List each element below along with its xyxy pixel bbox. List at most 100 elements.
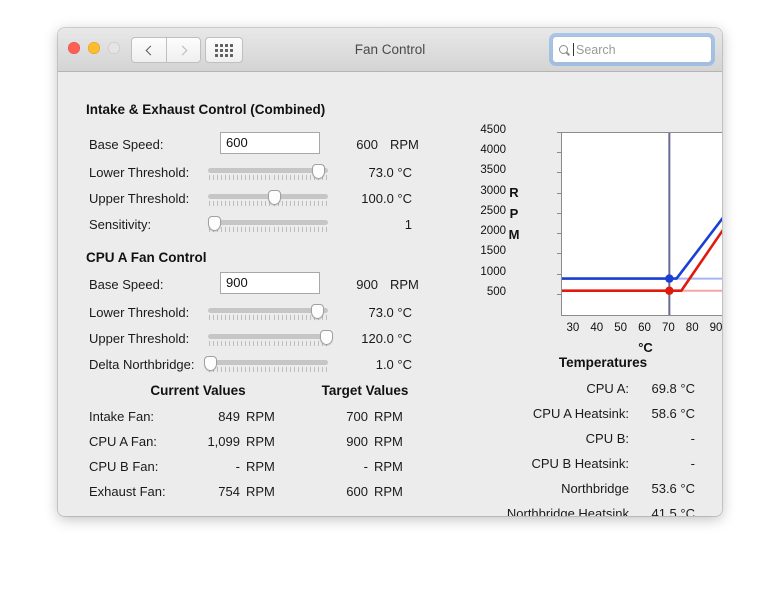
chart-xtick-label: 90 xyxy=(709,322,722,334)
label-intake-fan: Intake Fan: xyxy=(89,409,155,424)
header-target-values: Target Values xyxy=(321,383,409,398)
value-cpua-lower-threshold: 73.0 °C xyxy=(368,305,412,320)
label-temp-northbridge-heatsink: Northbridge Heatsink xyxy=(506,506,629,516)
label-cpua-base-speed: Base Speed: xyxy=(89,277,164,292)
current-exhaust-fan-unit: RPM xyxy=(246,484,275,499)
section-heading-cpua: CPU A Fan Control xyxy=(86,250,207,265)
chart-ytick-label: 4500 xyxy=(480,124,506,136)
chart-curves xyxy=(562,133,722,315)
chart-ytick-label: 3500 xyxy=(480,164,506,177)
slider-cpua-lower-threshold[interactable] xyxy=(208,303,328,323)
value-temp-cpub: - xyxy=(690,431,695,446)
slider-cpua-delta-northbridge[interactable] xyxy=(203,355,328,375)
value-ambient-temp: 28.2 °C xyxy=(176,515,252,516)
slider-ticks xyxy=(209,315,327,320)
header-current-values: Current Values xyxy=(150,383,246,398)
chart-ytick-label: 500 xyxy=(486,285,506,298)
chart-ytick-label: 1000 xyxy=(480,265,506,278)
slider-intake-upper-threshold[interactable] xyxy=(208,189,328,209)
chart-ytick-label: 1500 xyxy=(480,245,506,258)
slider-ticks xyxy=(209,367,327,372)
chart-ytick-label: 3000 xyxy=(480,184,506,197)
fan-curve-chart: RPM °C 500 1000 1500 2000 2500 3000 3500 4000 45… xyxy=(480,122,722,355)
chart-ytick-mark xyxy=(557,192,561,194)
value-cpua-delta-northbridge: 1.0 °C xyxy=(375,357,412,372)
chart-xtick-label: 40 xyxy=(590,322,604,334)
target-intake-fan: 700 xyxy=(346,409,368,424)
current-cpub-fan: - xyxy=(235,459,240,474)
label-intake-sensitivity: Sensitivity: xyxy=(89,217,152,232)
slider-ticks xyxy=(209,227,327,232)
current-cpua-fan-unit: RPM xyxy=(246,434,275,449)
chart-ytick-mark xyxy=(557,132,561,133)
value-cpua-upper-threshold: 120.0 °C xyxy=(361,331,412,346)
slider-ticks xyxy=(209,175,327,180)
chart-ytick-label: 4000 xyxy=(480,144,506,157)
chart-xtick-label: 50 xyxy=(614,322,628,334)
slider-knob[interactable] xyxy=(311,164,325,179)
slider-knob[interactable] xyxy=(267,190,281,205)
chart-ytick-mark xyxy=(557,293,561,295)
label-cpua-delta-northbridge: Delta Northbridge: xyxy=(89,357,195,372)
target-exhaust-fan: 600 xyxy=(346,484,368,499)
search-placeholder: Search xyxy=(576,42,616,57)
value-temp-cpub-heatsink: - xyxy=(690,456,695,471)
search-field[interactable]: Search xyxy=(549,33,715,66)
target-exhaust-fan-unit: RPM xyxy=(374,484,403,499)
value-intake-upper-threshold: 100.0 °C xyxy=(361,191,412,206)
slider-ticks xyxy=(209,341,327,346)
chart-ytick-mark xyxy=(557,253,561,255)
slider-intake-lower-threshold[interactable] xyxy=(208,163,328,183)
label-intake-base-speed: Base Speed: xyxy=(89,137,164,152)
slider-cpua-upper-threshold[interactable] xyxy=(208,329,334,349)
value-temp-cpua-heatsink: 58.6 °C xyxy=(651,406,695,421)
chart-ytick-mark xyxy=(557,233,561,235)
label-cpua-upper-threshold: Upper Threshold: xyxy=(89,331,190,346)
label-exhaust-fan: Exhaust Fan: xyxy=(89,484,166,499)
window-titlebar: Fan Control Search xyxy=(58,28,722,72)
section-heading-intake: Intake & Exhaust Control (Combined) xyxy=(86,102,326,117)
slider-knob[interactable] xyxy=(203,356,217,371)
heading-temperatures: Temperatures xyxy=(558,355,648,370)
label-temp-cpub-heatsink: CPU B Heatsink: xyxy=(531,456,629,471)
chart-ytick-label: 2500 xyxy=(480,204,506,217)
value-intake-sensitivity: 1 xyxy=(404,217,412,232)
current-cpub-fan-unit: RPM xyxy=(246,459,275,474)
current-intake-fan: 849 xyxy=(218,409,240,424)
text-caret xyxy=(573,43,574,56)
chart-ytick-mark xyxy=(557,172,561,174)
value-temp-northbridge: 53.6 °C xyxy=(651,481,695,496)
slider-intake-sensitivity[interactable] xyxy=(207,215,328,235)
slider-knob[interactable] xyxy=(207,216,221,231)
label-temp-cpua-heatsink: CPU A Heatsink: xyxy=(532,406,629,421)
current-exhaust-fan: 754 xyxy=(218,484,240,499)
chart-xtick-label: 80 xyxy=(685,322,699,334)
label-intake-upper-threshold: Upper Threshold: xyxy=(89,191,190,206)
target-cpub-fan: - xyxy=(363,459,368,474)
label-intake-lower-threshold: Lower Threshold: xyxy=(89,165,190,180)
value-intake-lower-threshold: 73.0 °C xyxy=(368,165,412,180)
chart-xtick-label: 30 xyxy=(566,322,580,334)
target-cpub-fan-unit: RPM xyxy=(374,459,403,474)
label-temp-northbridge: Northbridge xyxy=(561,481,629,496)
input-intake-base-speed[interactable]: 600 xyxy=(220,132,320,154)
label-temp-cpub: CPU B: xyxy=(585,431,629,446)
chart-ytick-label: 2000 xyxy=(480,225,506,238)
fan-control-window: Fan Control Search Intake & Exhaust Cont… xyxy=(58,28,722,516)
unit-cpua-base-speed: RPM xyxy=(390,277,419,292)
chart-xtick-label: 70 xyxy=(661,322,675,334)
label-cpua-lower-threshold: Lower Threshold: xyxy=(89,305,190,320)
current-intake-fan-unit: RPM xyxy=(246,409,275,424)
label-cpua-fan: CPU A Fan: xyxy=(89,434,157,449)
target-intake-fan-unit: RPM xyxy=(374,409,403,424)
search-icon xyxy=(559,45,568,54)
label-cpub-fan: CPU B Fan: xyxy=(89,459,159,474)
chart-xtick-label: 60 xyxy=(638,322,651,334)
input-cpua-base-speed[interactable]: 900 xyxy=(220,272,320,294)
value-cpua-base-speed: 900 xyxy=(356,277,378,292)
chart-ytick-mark xyxy=(557,273,561,275)
slider-knob[interactable] xyxy=(310,304,324,319)
chart-xlabel: °C xyxy=(638,340,653,355)
target-cpua-fan-unit: RPM xyxy=(374,434,403,449)
chart-ytick-mark xyxy=(557,152,561,154)
